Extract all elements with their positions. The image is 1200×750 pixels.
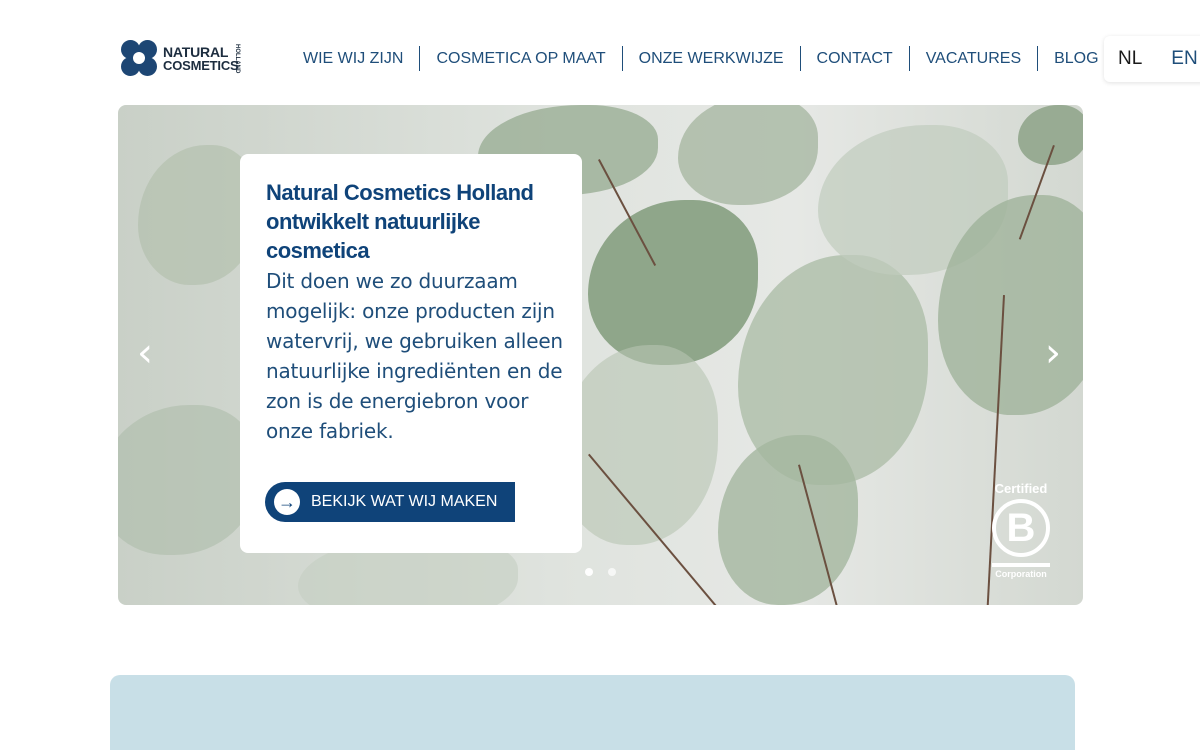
logo-wordmark: NATURAL COSMETICS [163,45,239,73]
hero-description: Dit doen we zo duurzaam mogelijk: onze p… [266,269,563,443]
language-switcher: NL EN [1104,36,1200,82]
site-logo[interactable]: NATURAL COSMETICS HOLLAND [121,40,245,78]
slider-prev-button[interactable]: ‹ [134,333,156,373]
nav-item-onze-werkwijze[interactable]: ONZE WERKWIJZE [623,46,801,71]
language-nl[interactable]: NL [1118,48,1142,70]
main-navigation: WIE WIJ ZIJN COSMETICA OP MAAT ONZE WERK… [287,46,1115,71]
chevron-left-icon: ‹ [137,330,153,376]
slider-dot-2[interactable] [608,568,616,576]
slider-next-button[interactable]: › [1042,333,1064,373]
hero-title: Natural Cosmetics Holland ontwikkelt nat… [266,180,534,263]
slider-dot-1[interactable] [585,568,593,576]
bcorp-corporation-text: Corporation [995,569,1047,579]
hero-slider: Natural Cosmetics Holland ontwikkelt nat… [118,105,1083,605]
logo-vertical-text: HOLLAND [234,44,240,74]
chevron-right-icon: › [1045,330,1061,376]
cta-label: BEKIJK WAT WIJ MAKEN [311,493,498,510]
logo-line-2: COSMETICS [163,58,239,73]
language-en[interactable]: EN [1171,48,1197,70]
nav-item-cosmetica-op-maat[interactable]: COSMETICA OP MAAT [420,46,623,71]
next-section-panel [110,675,1075,750]
nav-item-contact[interactable]: CONTACT [801,46,910,71]
arrow-right-circle-icon: → [274,489,300,515]
nav-item-wie-wij-zijn[interactable]: WIE WIJ ZIJN [287,46,421,71]
bekijk-wat-wij-maken-button[interactable]: → BEKIJK WAT WIJ MAKEN [265,482,515,522]
nav-item-vacatures[interactable]: VACATURES [910,46,1039,71]
bcorp-divider [992,563,1050,567]
logo-mark-icon [121,40,159,78]
b-corp-badge: Certified B Corporation [990,481,1052,581]
bcorp-logo-icon: B [992,499,1050,557]
slider-pagination [585,568,631,576]
hero-text-card: Natural Cosmetics Holland ontwikkelt nat… [240,154,582,553]
bcorp-certified-text: Certified [994,481,1048,496]
